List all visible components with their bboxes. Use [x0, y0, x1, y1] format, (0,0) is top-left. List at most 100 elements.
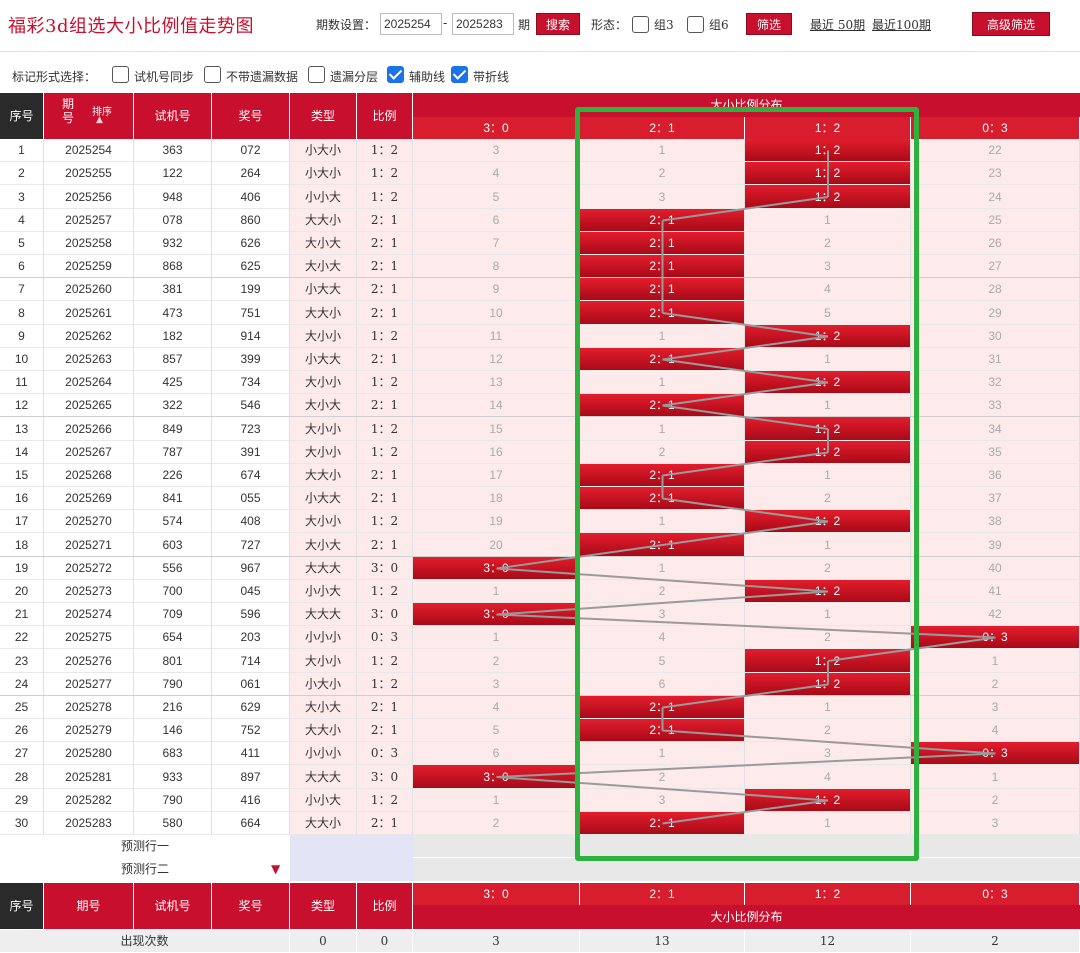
period-unit-label: 期: [518, 18, 531, 32]
filter-button[interactable]: 筛选: [746, 13, 792, 35]
row-trial: 868: [134, 255, 212, 278]
dist-miss-cell: 1: [745, 348, 911, 371]
row-ratio: 2：1: [357, 533, 413, 557]
dist-miss-cell: 1: [413, 626, 580, 649]
row-prize: 061: [212, 673, 290, 696]
row-prize: 625: [212, 255, 290, 278]
dist-miss-cell: 4: [745, 278, 911, 301]
dist-miss-cell: 35: [911, 441, 1080, 464]
dist-hit-cell: 1：2: [745, 325, 911, 348]
dist-miss-cell: 16: [413, 441, 580, 464]
mark-option-checkbox[interactable]: [387, 66, 404, 83]
period-from-input[interactable]: [380, 13, 442, 35]
mark-option-checkbox[interactable]: [308, 66, 325, 83]
dist-miss-cell: 2: [745, 487, 911, 510]
row-ratio: 3：0: [357, 765, 413, 789]
recent-50-link[interactable]: 最近 50期: [810, 16, 865, 33]
row-prize: 752: [212, 719, 290, 742]
predict-row-1-label[interactable]: 预测行一: [0, 835, 290, 858]
predict-row-2-label[interactable]: 预测行二: [0, 858, 290, 881]
row-type: 大小小: [290, 649, 357, 673]
dist-hit-cell: 2：1: [580, 278, 745, 301]
row-seq: 29: [0, 789, 44, 812]
dist-miss-cell: 2: [745, 557, 911, 580]
row-type: 大大小: [290, 719, 357, 742]
footer-ratio: 比例: [357, 883, 413, 929]
dist-miss-cell: 1: [413, 789, 580, 812]
row-type: 大小大: [290, 255, 357, 278]
row-period: 2025273: [44, 580, 134, 603]
mark-option-checkbox[interactable]: [451, 66, 468, 83]
dist-miss-cell: 4: [911, 719, 1080, 742]
mark-option-checkbox[interactable]: [112, 66, 129, 83]
group3-checkbox[interactable]: [632, 16, 649, 33]
row-type: 小大大: [290, 278, 357, 301]
row-trial: 603: [134, 533, 212, 557]
row-prize: 860: [212, 209, 290, 232]
row-prize: 596: [212, 603, 290, 626]
mark-option-label: 试机号同步: [134, 70, 195, 84]
row-type: 大大大: [290, 557, 357, 580]
predict-row-2-dist[interactable]: [413, 858, 1080, 881]
row-trial: 801: [134, 649, 212, 673]
row-type: 大小小: [290, 371, 357, 394]
row-ratio: 1：2: [357, 325, 413, 348]
predict-row-1-dist[interactable]: [413, 835, 1080, 858]
row-trial: 078: [134, 209, 212, 232]
row-period: 2025265: [44, 394, 134, 417]
row-trial: 363: [134, 139, 212, 162]
row-prize: 416: [212, 789, 290, 812]
row-seq: 25: [0, 696, 44, 719]
row-type: 小大大: [290, 348, 357, 371]
dist-miss-cell: 13: [413, 371, 580, 394]
predict-input-area[interactable]: [290, 835, 413, 881]
group3-label: 组3: [654, 18, 674, 32]
dist-miss-cell: 3: [911, 812, 1080, 835]
dist-miss-cell: 2: [911, 789, 1080, 812]
row-seq: 21: [0, 603, 44, 626]
dist-miss-cell: 4: [745, 765, 911, 789]
row-prize: 674: [212, 464, 290, 487]
row-trial: 654: [134, 626, 212, 649]
advanced-filter-button[interactable]: 高级筛选: [972, 12, 1050, 36]
row-ratio: 1：2: [357, 417, 413, 441]
row-ratio: 2：1: [357, 278, 413, 301]
dist-miss-cell: 14: [413, 394, 580, 417]
dist-hit-cell: 1：2: [745, 441, 911, 464]
row-period: 2025262: [44, 325, 134, 348]
row-trial: 122: [134, 162, 212, 185]
dist-miss-cell: 2: [413, 649, 580, 673]
dist-miss-cell: 25: [911, 209, 1080, 232]
row-type: 大小大: [290, 232, 357, 255]
header-ratio: 比例: [357, 93, 413, 139]
dist-hit-cell: 2：1: [580, 348, 745, 371]
group6-checkbox[interactable]: [687, 16, 704, 33]
row-ratio: 2：1: [357, 209, 413, 232]
recent-100-link[interactable]: 最近100期: [872, 16, 931, 33]
dist-miss-cell: 2: [911, 673, 1080, 696]
row-trial: 556: [134, 557, 212, 580]
header-trial: 试机号: [134, 93, 212, 139]
row-seq: 7: [0, 278, 44, 301]
mark-options-bar: 标记形式选择： 试机号同步 不带遗漏数据 遗漏分层 辅助线 带折线: [0, 56, 1080, 92]
header-prize: 奖号: [212, 93, 290, 139]
row-ratio: 2：1: [357, 301, 413, 325]
row-period: 2025254: [44, 139, 134, 162]
stats-dist-count: 3: [413, 930, 580, 952]
footer-period: 期号: [44, 883, 134, 929]
dist-miss-cell: 1: [745, 696, 911, 719]
row-trial: 948: [134, 185, 212, 209]
down-arrow-icon[interactable]: ▼: [271, 862, 280, 876]
row-prize: 727: [212, 533, 290, 557]
row-period: 2025271: [44, 533, 134, 557]
dist-miss-cell: 6: [580, 673, 745, 696]
search-button[interactable]: 搜索: [536, 13, 580, 35]
mark-option-checkbox[interactable]: [204, 66, 221, 83]
sort-arrow-icon[interactable]: ▲: [96, 115, 103, 125]
dist-miss-cell: 1: [580, 371, 745, 394]
header-period[interactable]: 期号 排序 ▲: [44, 93, 134, 139]
dist-hit-cell: 2：1: [580, 255, 745, 278]
dist-miss-cell: 32: [911, 371, 1080, 394]
period-to-input[interactable]: [452, 13, 514, 35]
row-trial: 580: [134, 812, 212, 835]
